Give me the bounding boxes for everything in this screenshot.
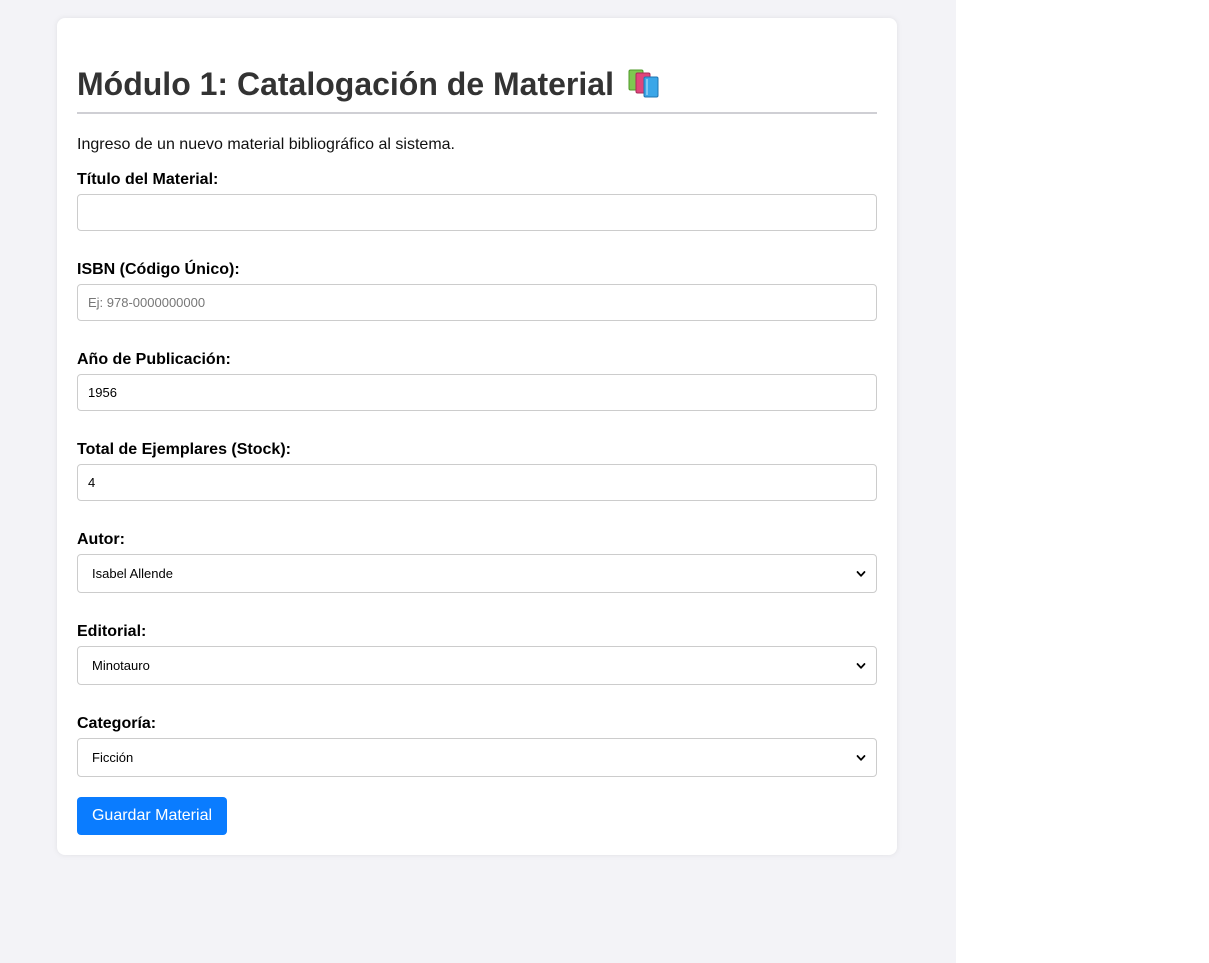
catalog-form-card: Módulo 1: Catalogación de Material Ingre… xyxy=(57,18,897,855)
save-material-button[interactable]: Guardar Material xyxy=(77,797,227,835)
chevron-down-icon xyxy=(856,570,866,577)
editorial-selected-value: Minotauro xyxy=(92,658,150,673)
anio-input[interactable] xyxy=(77,374,877,411)
page-title: Módulo 1: Catalogación de Material xyxy=(77,66,614,102)
autor-label: Autor: xyxy=(77,531,125,548)
categoria-select[interactable]: Ficción xyxy=(77,738,877,777)
books-icon xyxy=(628,69,659,98)
titulo-input[interactable] xyxy=(77,194,877,231)
anio-label: Año de Publicación: xyxy=(77,351,231,368)
categoria-label: Categoría: xyxy=(77,715,157,732)
categoria-selected-value: Ficción xyxy=(92,750,134,765)
stock-input[interactable] xyxy=(77,464,877,501)
isbn-label: ISBN (Código Único): xyxy=(77,261,240,278)
autor-select[interactable]: Isabel Allende xyxy=(77,554,877,593)
chevron-down-icon xyxy=(856,754,866,761)
titulo-label: Título del Material: xyxy=(77,171,219,188)
intro-text: Ingreso de un nuevo material bibliográfi… xyxy=(77,136,455,153)
editorial-label: Editorial: xyxy=(77,623,147,640)
autor-selected-value: Isabel Allende xyxy=(92,566,173,581)
editorial-select[interactable]: Minotauro xyxy=(77,646,877,685)
page-header: Módulo 1: Catalogación de Material xyxy=(77,66,877,114)
isbn-input[interactable] xyxy=(77,284,877,321)
chevron-down-icon xyxy=(856,662,866,669)
stock-label: Total de Ejemplares (Stock): xyxy=(77,441,291,458)
